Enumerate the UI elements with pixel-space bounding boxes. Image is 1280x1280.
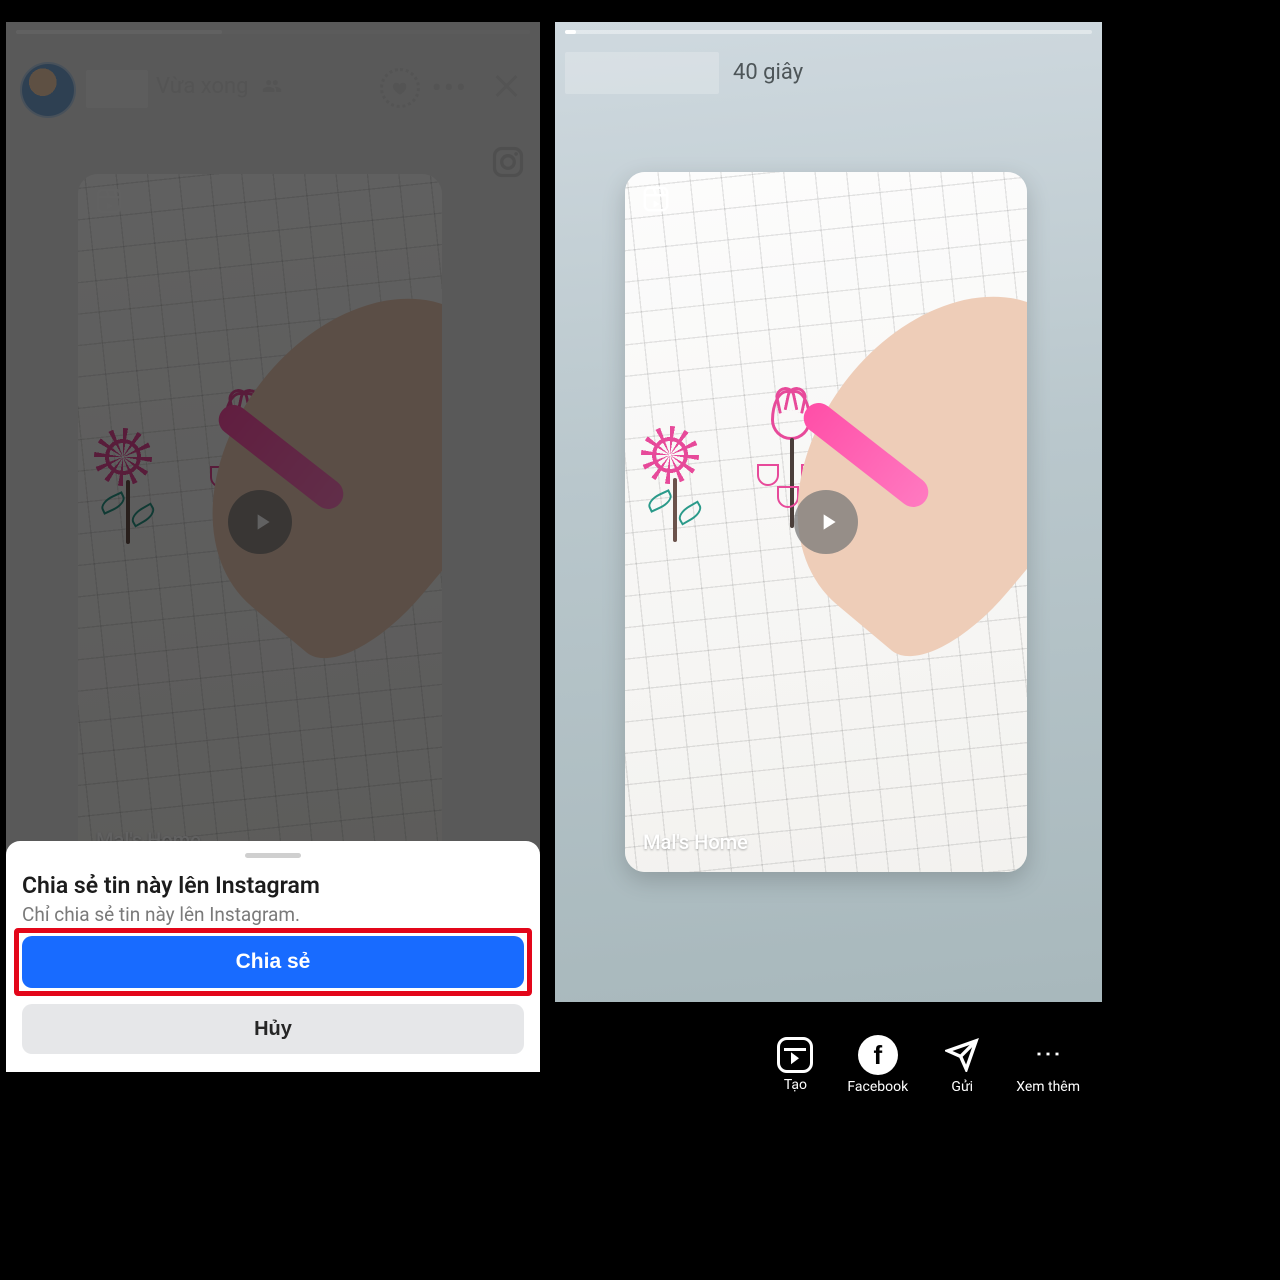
story-action-row: Tạo f Facebook Gửi ⋮ Xem thêm [555, 1026, 1102, 1104]
reels-icon [641, 184, 671, 214]
comparison-stage: Vừa xong ••• [0, 0, 1280, 1280]
card-credit: Mal's Home [643, 830, 748, 854]
facebook-icon: f [873, 1040, 882, 1071]
play-icon[interactable] [794, 490, 858, 554]
share-button[interactable]: Chia sẻ [22, 936, 524, 988]
share-sheet: Chia sẻ tin này lên Instagram Chỉ chia s… [6, 841, 540, 1072]
action-label: Facebook [847, 1079, 908, 1095]
more-vertical-icon: ⋮ [1028, 1035, 1068, 1075]
create-reels-button[interactable]: Tạo [777, 1037, 813, 1093]
action-label: Tạo [784, 1077, 807, 1093]
send-icon [942, 1035, 982, 1075]
action-label: Xem thêm [1016, 1079, 1080, 1095]
share-facebook-button[interactable]: f Facebook [847, 1035, 908, 1095]
facebook-story-panel: Vừa xong ••• [6, 22, 540, 1072]
shared-story-card[interactable]: Mal's Home [625, 172, 1027, 872]
action-label: Gửi [951, 1079, 973, 1095]
sheet-grabber[interactable] [245, 853, 301, 858]
sheet-title: Chia sẻ tin này lên Instagram [22, 872, 524, 899]
flower-doodle-icon [631, 422, 711, 542]
instagram-story-panel: 40 giây Mal's Home [555, 22, 1102, 1002]
send-button[interactable]: Gửi [942, 1035, 982, 1095]
story-timestamp: 40 giây [733, 60, 803, 85]
cancel-button[interactable]: Hủy [22, 1004, 524, 1054]
username-redacted[interactable] [565, 52, 719, 94]
sheet-subtitle: Chỉ chia sẻ tin này lên Instagram. [22, 903, 524, 926]
more-button[interactable]: ⋮ Xem thêm [1016, 1035, 1080, 1095]
story-progress-bar[interactable] [565, 30, 1092, 34]
